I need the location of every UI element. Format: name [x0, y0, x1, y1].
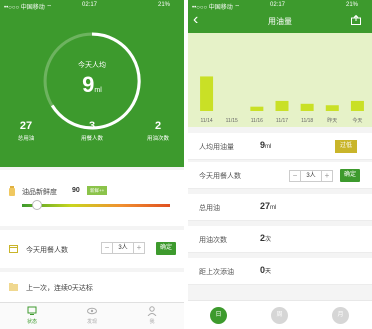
value-unit: ml	[265, 144, 272, 150]
stepper-value[interactable]: 3人	[301, 170, 321, 182]
x-tick-label: 11/15	[226, 118, 238, 124]
chart-bar	[275, 100, 289, 111]
value-unit: 天	[265, 269, 272, 275]
increment-button[interactable]: +	[133, 242, 145, 254]
share-icon[interactable]	[351, 15, 361, 25]
header-bar: ••○○○ 中国移动 ⌔ 02:17 21% ‹ 用油量	[188, 0, 372, 33]
diners-stepper[interactable]: − 3人 +	[101, 242, 145, 254]
ring-caption: 今天人均	[78, 62, 106, 69]
status-bar: ••○○○ 中国移动 ⌔ 02:17 21%	[188, 0, 372, 11]
value-number: 27	[260, 201, 271, 211]
stat-value: 3	[88, 120, 96, 132]
stat-label: 用餐人数	[80, 136, 103, 142]
x-tick-label: 11/14	[200, 118, 212, 124]
x-tick-label: 11/18	[301, 118, 313, 124]
row-value: 2次	[260, 233, 271, 243]
stat-diners: 3 用餐人数	[67, 120, 117, 142]
decrement-button[interactable]: −	[101, 242, 113, 254]
chart-bar	[200, 76, 214, 111]
freshness-card: 油品新鲜度 90 新鲜++	[0, 170, 184, 226]
x-tick-label: 昨天	[327, 117, 337, 124]
status-hero: ••○○○ 中国移动 ⌔ 02:17 21% 今天人均 9ml 27 总用油 3…	[0, 0, 184, 167]
row-key: 总用油	[199, 205, 220, 212]
confirm-button[interactable]: 确定	[340, 169, 361, 182]
row-key: 距上次添油	[199, 269, 234, 276]
period-week-button[interactable]: 周	[271, 307, 288, 324]
stat-label: 总用油	[17, 136, 35, 142]
stat-total-oil: 27 总用油	[1, 120, 51, 142]
diners-stepper[interactable]: − 3人 +	[289, 170, 333, 182]
ring-unit: ml	[94, 87, 102, 94]
row-total-oil: 总用油 27ml	[188, 194, 372, 221]
period-day-button[interactable]: 日	[210, 307, 227, 324]
row-value: 0天	[260, 265, 271, 275]
tab-discover[interactable]: 发现	[72, 306, 112, 325]
battery-text: 21%	[346, 2, 359, 8]
chart-bar	[325, 105, 339, 111]
freshness-bar	[22, 204, 170, 207]
oil-bottle-icon	[9, 186, 15, 196]
left-screen: ••○○○ 中国移动 ⌔ 02:17 21% 今天人均 9ml 27 总用油 3…	[0, 0, 184, 329]
tab-label: 发现	[86, 319, 97, 325]
chart-bar	[350, 100, 364, 111]
freshness-badge: 新鲜++	[87, 186, 108, 195]
chart-bar	[300, 103, 314, 111]
increment-button[interactable]: +	[321, 170, 333, 182]
row-avg-oil: 人均用油量 9ml 过低	[188, 133, 372, 160]
row-oil-count: 用油次数 2次	[188, 226, 372, 253]
ring-number: 9	[82, 72, 95, 97]
ring-value: 9ml	[0, 72, 184, 98]
clock-text: 02:17	[82, 2, 98, 8]
row-key: 今天用餐人数	[199, 173, 241, 180]
chart-canvas: 11/14 11/15 11/16 11/17 11/18 昨天 今天	[200, 76, 364, 124]
stepper-value[interactable]: 3人	[113, 242, 133, 254]
tab-label: 状态	[26, 319, 37, 325]
period-month-button[interactable]: 月	[332, 307, 349, 324]
diners-card: 今天用餐人数 − 3人 + 确定	[0, 230, 184, 268]
stat-oil-count: 2 用油次数	[133, 120, 183, 142]
row-value: 9ml	[260, 140, 271, 150]
row-value: 27ml	[260, 201, 276, 211]
diners-label: 今天用餐人数	[26, 247, 68, 254]
page-title: 用油量	[268, 17, 292, 26]
battery-text: 21%	[158, 2, 171, 8]
clock-text: 02:17	[270, 2, 286, 8]
row-since-refill: 距上次添油 0天	[188, 258, 372, 285]
status-bar: ••○○○ 中国移动 ⌔ 02:17 21%	[0, 0, 184, 11]
freshness-label: 油品新鲜度	[22, 189, 57, 196]
person-icon	[147, 306, 157, 316]
row-diners: 今天用餐人数 − 3人 + 确定	[188, 162, 372, 189]
x-tick-label: 今天	[352, 117, 362, 124]
calendar-icon	[9, 245, 18, 253]
folder-icon	[9, 283, 18, 291]
level-badge: 过低	[335, 140, 358, 153]
streak-text: 上一次，连续0天达标	[26, 285, 93, 292]
carrier-text: ••○○○ 中国移动 ⌔	[4, 5, 53, 11]
stat-label: 用油次数	[146, 136, 169, 142]
carrier-text: ••○○○ 中国移动 ⌔	[192, 5, 241, 11]
stat-value: 27	[19, 120, 33, 132]
tab-label: 我	[149, 319, 155, 325]
x-tick-label: 11/16	[251, 118, 263, 124]
x-tick-label: 11/17	[276, 118, 288, 124]
streak-card: 上一次，连续0天达标	[0, 272, 184, 302]
value-unit: ml	[270, 205, 277, 211]
row-key: 人均用油量	[199, 144, 234, 151]
tab-me[interactable]: 我	[132, 306, 172, 325]
eye-icon	[87, 307, 97, 315]
oil-usage-chart: 11/14 11/15 11/16 11/17 11/18 昨天 今天	[188, 33, 372, 127]
decrement-button[interactable]: −	[289, 170, 301, 182]
freshness-knob	[31, 200, 42, 210]
value-unit: 次	[265, 237, 272, 243]
tab-status[interactable]: 状态	[12, 306, 52, 325]
tab-bar: 状态 发现 我	[0, 302, 184, 329]
chart-icon	[27, 306, 37, 315]
stat-value: 2	[154, 120, 162, 132]
row-key: 用油次数	[199, 237, 227, 244]
freshness-value: 90	[72, 187, 80, 194]
chart-bar	[250, 106, 264, 111]
right-screen: ••○○○ 中国移动 ⌔ 02:17 21% ‹ 用油量 11/14 11/15 1…	[188, 0, 372, 329]
confirm-button[interactable]: 确定	[156, 242, 177, 255]
period-tabs: 日 周 月	[188, 300, 372, 329]
